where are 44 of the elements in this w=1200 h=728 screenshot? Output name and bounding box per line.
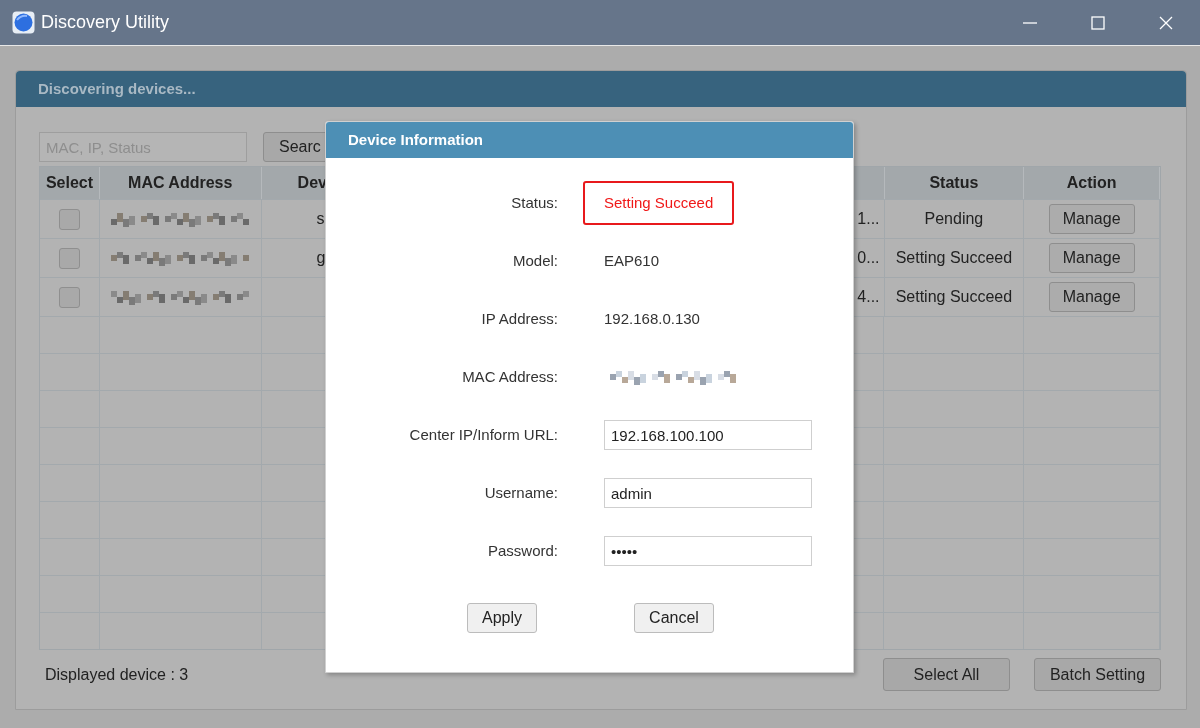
status-text: Pending [924, 209, 984, 229]
field-value: 192.168.0.130 [603, 308, 700, 329]
field-label: IP Address: [480, 308, 558, 329]
globe-icon [12, 11, 35, 34]
window-title: Discovery Utility [41, 11, 169, 34]
input-field[interactable]: admin [604, 478, 812, 508]
device-count: Displayed device : 3 [44, 664, 189, 685]
status-text: Setting Succeed [895, 248, 1013, 268]
table-cell-text: 0... [857, 248, 880, 268]
field-value: EAP610 [603, 250, 660, 271]
dialog-title: Device Information [348, 129, 484, 150]
column-header: MAC Address [128, 173, 233, 193]
checkbox[interactable] [58, 208, 80, 230]
table-cell-text: 4... [857, 287, 880, 307]
table-cell-text: g [316, 248, 326, 268]
field-label: MAC Address: [461, 366, 558, 387]
field-label: Status: [510, 192, 558, 213]
close-icon [1159, 15, 1173, 30]
checkbox[interactable] [58, 286, 80, 308]
input-field[interactable]: 192.168.100.100 [604, 420, 812, 450]
batch-setting-button[interactable]: Batch Setting [1034, 658, 1161, 691]
column-header: Select [45, 173, 93, 193]
table-cell-text: s [316, 209, 325, 229]
field-label: Password: [486, 540, 558, 561]
cancel-button[interactable]: Cancel [634, 603, 714, 633]
select-all-button[interactable]: Select All [883, 658, 1010, 691]
minimize-icon [1023, 21, 1037, 24]
panel-title: Discovering devices... [38, 78, 196, 99]
status-value: Setting Succeed [583, 181, 735, 225]
field-label: Center IP/Inform URL: [408, 424, 558, 445]
status-text: Setting Succeed [895, 287, 1013, 307]
manage-button[interactable]: Manage [1048, 204, 1135, 234]
column-header: Dev [297, 173, 327, 193]
column-header: Status [929, 173, 979, 193]
manage-button[interactable]: Manage [1048, 243, 1135, 273]
maximize-icon [1091, 15, 1105, 30]
apply-button[interactable]: Apply [467, 603, 537, 633]
manage-button[interactable]: Manage [1048, 282, 1135, 312]
checkbox[interactable] [58, 247, 80, 269]
table-cell-text: 1... [857, 209, 880, 229]
field-label: Username: [483, 482, 558, 503]
input-field[interactable]: ••••• [604, 536, 812, 566]
field-label: Model: [511, 250, 558, 271]
column-header: Action [1066, 173, 1117, 193]
